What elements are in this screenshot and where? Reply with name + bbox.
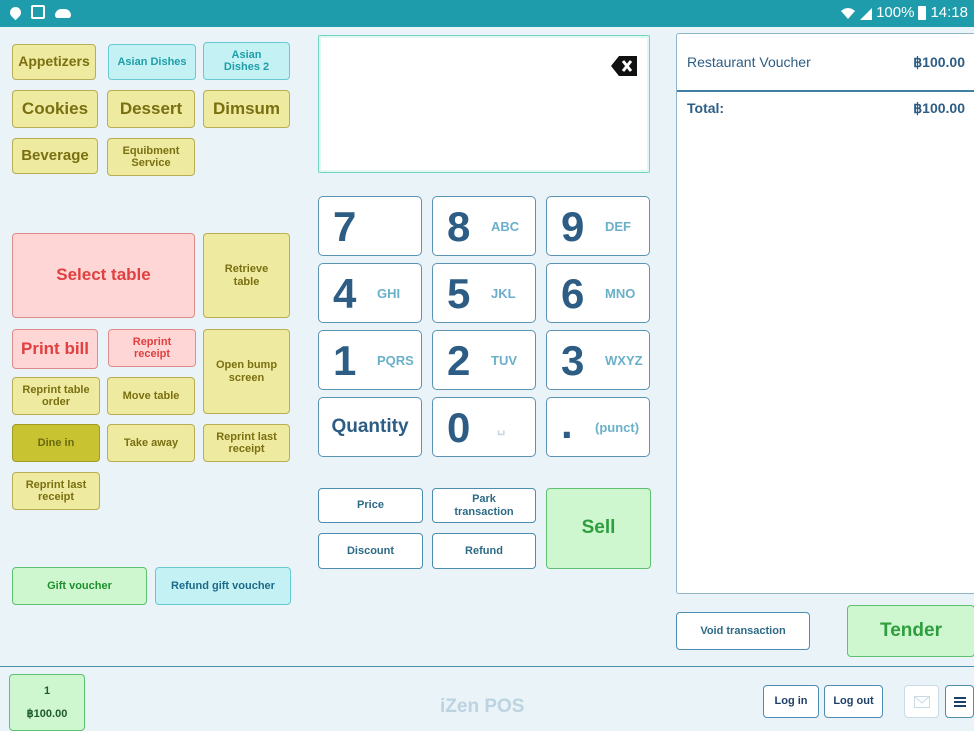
key-letters: WXYZ [605,353,643,368]
category-dessert[interactable]: Dessert [107,90,195,128]
key-letters: DEF [605,219,631,234]
key-digit: . [561,400,573,447]
key-digit: 8 [447,203,471,250]
open-bump-screen-button[interactable]: Open bump screen [203,329,290,414]
reprint-receipt-button[interactable]: Reprint receipt [108,329,196,367]
key-letters: MNO [605,286,636,301]
key-letters: PQRS [377,353,414,368]
hamburger-menu-icon [953,696,966,707]
mail-icon [913,695,930,708]
park-transaction-button[interactable]: Park transaction [432,488,536,523]
battery-percent: 100% [876,4,915,21]
brand-label: iZen POS [440,696,525,717]
key-digit: 9 [561,203,585,250]
refund-gift-voucher-button[interactable]: Refund gift voucher [155,567,291,605]
dine-in-button[interactable]: Dine in [12,424,100,462]
retrieve-table-button[interactable]: Retrieve table [203,233,290,318]
key-3[interactable]: 3 WXYZ [546,330,650,390]
category-dimsum[interactable]: Dimsum [203,90,290,128]
log-out-button[interactable]: Log out [824,685,883,718]
key-digit: 5 [447,270,471,317]
price-button[interactable]: Price [318,488,423,523]
receipt-panel: Restaurant Voucher ฿100.00 Total: ฿100.0… [676,33,974,594]
key-letters: TUV [491,353,517,368]
key-digit: 1 [333,337,357,384]
reprint-last-receipt-button[interactable]: Reprint last receipt [203,424,290,462]
battery-icon [918,5,927,20]
category-beverage[interactable]: Beverage [12,138,98,174]
open-tab-1[interactable]: 1 ฿100.00 [9,674,85,731]
key-digit: 6 [561,270,585,317]
tender-button[interactable]: Tender [847,605,974,657]
key-9[interactable]: 9 DEF [546,196,650,256]
tab-number: 1 [43,685,51,698]
receipt-line-item[interactable]: Restaurant Voucher ฿100.00 [687,54,965,70]
key-1[interactable]: 1 PQRS [318,330,422,390]
clock: 14:18 [930,4,968,21]
select-table-button[interactable]: Select table [12,233,195,318]
key-letters: GHI [377,286,401,301]
log-in-button[interactable]: Log in [763,685,819,718]
key-6[interactable]: 6 MNO [546,263,650,323]
sell-button[interactable]: Sell [546,488,651,569]
status-icons-left [7,4,71,21]
category-asian-dishes[interactable]: Asian Dishes [108,44,196,80]
category-equibment-service[interactable]: Equibment Service [107,138,195,176]
key-4[interactable]: 4 GHI [318,263,422,323]
menu-button[interactable] [945,685,974,718]
key-7[interactable]: 7 [318,196,422,256]
key-5[interactable]: 5 JKL [432,263,536,323]
void-transaction-button[interactable]: Void transaction [676,612,810,650]
receipt-total-amount: ฿100.00 [913,100,965,116]
bottom-bar: 1 ฿100.00 iZen POS Log in Log out [0,666,974,731]
backspace-icon[interactable] [611,56,637,76]
punct-label: (punct) [595,420,640,435]
quantity-key[interactable]: Quantity [318,397,422,457]
key-2[interactable]: 2 TUV [432,330,536,390]
receipt-item-name: Restaurant Voucher [687,54,811,70]
discount-button[interactable]: Discount [318,533,423,569]
status-icons-right: 100% 14:18 [840,4,968,21]
message-button[interactable] [904,685,939,718]
status-bar: 100% 14:18 [0,0,974,27]
tab-amount: ฿100.00 [26,707,68,720]
category-cookies[interactable]: Cookies [12,90,98,128]
reprint-table-order-button[interactable]: Reprint table order [12,377,100,415]
take-away-button[interactable]: Take away [107,424,195,462]
move-table-button[interactable]: Move table [107,377,195,415]
receipt-divider [677,90,974,92]
key-digit: 2 [447,337,471,384]
receipt-item-amount: ฿100.00 [913,54,965,70]
refund-button[interactable]: Refund [432,533,536,569]
gallery-icon [31,5,45,19]
input-display[interactable] [318,35,650,173]
category-appetizers[interactable]: Appetizers [12,44,96,80]
space-glyph: ␣ [497,420,506,435]
key-8[interactable]: 8 ABC [432,196,536,256]
cloud-icon [55,9,71,18]
key-digit: 4 [333,270,357,317]
key-digit: 0 [447,404,471,451]
print-bill-button[interactable]: Print bill [12,329,98,369]
quantity-label: Quantity [331,416,409,437]
key-letters: JKL [491,286,516,301]
key-0[interactable]: 0 ␣ [432,397,536,457]
receipt-total: Total: ฿100.00 [687,100,965,116]
key-letters: ABC [491,219,520,234]
category-asian-dishes-2[interactable]: Asian Dishes 2 [203,42,290,80]
key-dot[interactable]: . (punct) [546,397,650,457]
receipt-total-label: Total: [687,100,725,116]
key-digit: 3 [561,337,585,384]
gift-voucher-button[interactable]: Gift voucher [12,567,147,605]
key-digit: 7 [333,203,357,250]
location-icon [7,4,24,21]
reprint-last-receipt-button-2[interactable]: Reprint last receipt [12,472,100,510]
wifi-icon [841,7,856,19]
signal-icon [860,7,873,20]
